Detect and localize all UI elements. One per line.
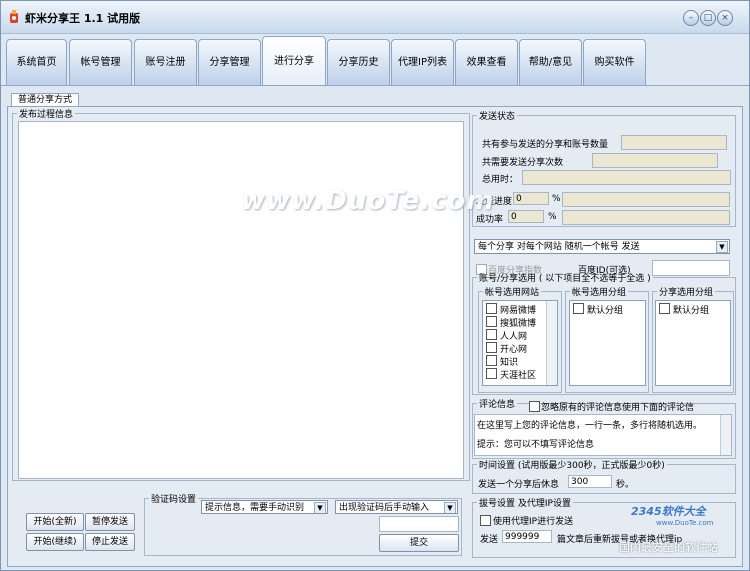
total-accounts-label: 共有参与发送的分享和账号数量	[482, 140, 609, 150]
chevron-down-icon[interactable]: ▼	[444, 502, 456, 513]
comment-line-1: 在这里写上您的评论信息，一行一条，多行将随机选用。	[477, 421, 703, 431]
captcha-input[interactable]	[379, 516, 459, 532]
site-checkbox[interactable]	[486, 316, 497, 327]
captcha-when-value: 出现验证码后手动输入	[339, 503, 430, 513]
ignore-comment-label: 忽略原有的评论信息使用下面的评论信	[541, 403, 695, 413]
group-list[interactable]: 默认分组	[569, 300, 646, 386]
time-legend: 时间设置 (试用版最少300秒，正式版最少0秒)	[479, 461, 665, 471]
captcha-mode-select[interactable]: 提示信息，需要手动识别 ▼	[201, 500, 328, 514]
chevron-down-icon[interactable]: ▼	[314, 502, 326, 513]
subtab-normal-share[interactable]: 普通分享方式	[11, 93, 79, 107]
tab-share-history[interactable]: 分享历史	[327, 39, 390, 86]
title-bar: 虾米分享王 1.1 试用版 – □ ×	[1, 1, 749, 34]
duote-watermark: www.DuoTe.com	[241, 186, 495, 216]
site-select-legend: 帐号选用网站	[485, 288, 540, 298]
tab-content: 普通分享方式 发布过程信息 开始(全新) 暂停发送 开始(继续) 停止发送 验证…	[1, 85, 749, 570]
minimize-icon[interactable]: –	[683, 10, 699, 26]
tab-buy[interactable]: 购买软件	[583, 39, 646, 86]
use-proxy-label: 使用代理IP进行发送	[493, 517, 574, 527]
comment-legend: 评论信息	[479, 400, 516, 410]
tab-system-home[interactable]: 系统首页	[6, 39, 67, 86]
security-watermark: 国内最安全的软件站	[619, 541, 718, 554]
tab-do-share[interactable]: 进行分享	[262, 36, 326, 87]
list-item[interactable]: 知识	[486, 355, 518, 368]
tab-effect-view[interactable]: 效果查看	[455, 39, 518, 86]
list-item[interactable]: 人人网	[486, 329, 527, 342]
site-list[interactable]: 网易微博 搜狐微博 人人网 开心网 知识 天涯社区	[482, 300, 558, 386]
share-group-checkbox[interactable]	[659, 303, 670, 314]
2345-watermark-url: www.DuoTe.com	[656, 519, 714, 527]
total-send-label: 共需要发送分享次数	[482, 158, 564, 168]
2345-watermark: 2345软件大全	[631, 505, 706, 518]
send-strategy-select[interactable]: 每个分享 对每个网站 随机一个帐号 发送 ▼	[474, 239, 730, 254]
share-panel: 发布过程信息 开始(全新) 暂停发送 开始(继续) 停止发送 验证码设置 提示信…	[7, 106, 743, 567]
list-item[interactable]: 默认分组	[573, 303, 623, 316]
total-time-value	[522, 170, 731, 185]
site-list-scrollbar[interactable]	[546, 301, 557, 385]
group-select-legend: 帐号选用分组	[572, 288, 627, 298]
captcha-when-select[interactable]: 出现验证码后手动输入 ▼	[335, 500, 458, 514]
chevron-down-icon[interactable]: ▼	[716, 241, 728, 253]
rest-label: 发送一个分享后休息	[478, 480, 560, 490]
success-rate-value: 0	[508, 210, 544, 223]
app-logo-icon	[10, 10, 18, 23]
list-item[interactable]: 网易微博	[486, 303, 536, 316]
start-continue-button[interactable]: 开始(继续)	[26, 533, 84, 551]
tab-help[interactable]: 帮助/意见	[519, 39, 582, 86]
share-group-select-legend: 分享选用分组	[659, 288, 714, 298]
progress-value: 0	[513, 192, 549, 205]
tab-account-manage[interactable]: 帐号管理	[69, 39, 132, 86]
total-time-label: 总用时：	[482, 175, 519, 185]
send-status-legend: 发送状态	[479, 112, 516, 122]
main-tab-bar: 系统首页 帐号管理 账号注册 分享管理 进行分享 分享历史 代理IP列表 效果查…	[1, 35, 749, 87]
selection-legend: 账号/分享选用 ( 以下项目全不选等于全选 )	[479, 274, 651, 284]
site-checkbox[interactable]	[486, 303, 497, 314]
stop-button[interactable]: 停止发送	[85, 533, 135, 551]
list-item[interactable]: 搜狐微博	[486, 316, 536, 329]
success-percent: %	[548, 212, 557, 222]
site-checkbox[interactable]	[486, 329, 497, 340]
progress-percent: %	[552, 194, 561, 204]
maximize-icon[interactable]: □	[700, 10, 716, 26]
send-count-label: 发送	[480, 535, 499, 545]
log-textarea[interactable]	[18, 121, 464, 479]
success-rate-bar	[562, 210, 730, 225]
send-count-input[interactable]: 999999	[502, 530, 552, 543]
list-item[interactable]: 开心网	[486, 342, 527, 355]
tab-proxy-list[interactable]: 代理IP列表	[391, 39, 454, 86]
tab-share-manage[interactable]: 分享管理	[198, 39, 261, 86]
share-group-list[interactable]: 默认分组	[655, 300, 731, 386]
rest-seconds-input[interactable]: 300	[568, 475, 612, 488]
comment-scrollbar[interactable]	[720, 415, 731, 455]
send-strategy-value: 每个分享 对每个网站 随机一个帐号 发送	[478, 242, 640, 252]
window-title: 虾米分享王 1.1 试用版	[25, 12, 141, 25]
group-checkbox[interactable]	[573, 303, 584, 314]
comment-textarea[interactable]: 在这里写上您的评论信息，一行一条，多行将随机选用。 提示：您可以不填写评论信息	[474, 414, 732, 456]
log-legend: 发布过程信息	[19, 110, 74, 120]
rest-unit: 秒。	[616, 480, 635, 490]
tab-account-register[interactable]: 账号注册	[134, 39, 197, 86]
list-item[interactable]: 天涯社区	[486, 368, 536, 381]
submit-button[interactable]: 提交	[379, 534, 459, 552]
start-new-button[interactable]: 开始(全新)	[26, 513, 84, 531]
site-checkbox[interactable]	[486, 368, 497, 379]
proxy-legend: 拔号设置 及代理IP设置	[479, 499, 571, 509]
captcha-mode-value: 提示信息，需要手动识别	[205, 503, 305, 513]
progress-bar	[562, 192, 730, 207]
captcha-legend: 验证码设置	[151, 495, 197, 505]
list-item[interactable]: 默认分组	[659, 303, 709, 316]
site-checkbox[interactable]	[486, 342, 497, 353]
close-icon[interactable]: ×	[717, 10, 733, 26]
total-accounts-value	[621, 135, 727, 150]
use-proxy-checkbox[interactable]	[480, 515, 491, 526]
total-send-value	[592, 153, 718, 168]
pause-button[interactable]: 暂停发送	[85, 513, 135, 531]
site-checkbox[interactable]	[486, 355, 497, 366]
ignore-comment-checkbox[interactable]	[529, 401, 540, 412]
main-window: 虾米分享王 1.1 试用版 – □ × 系统首页 帐号管理 账号注册 分享管理 …	[0, 0, 750, 571]
comment-line-2: 提示：您可以不填写评论信息	[477, 440, 595, 450]
